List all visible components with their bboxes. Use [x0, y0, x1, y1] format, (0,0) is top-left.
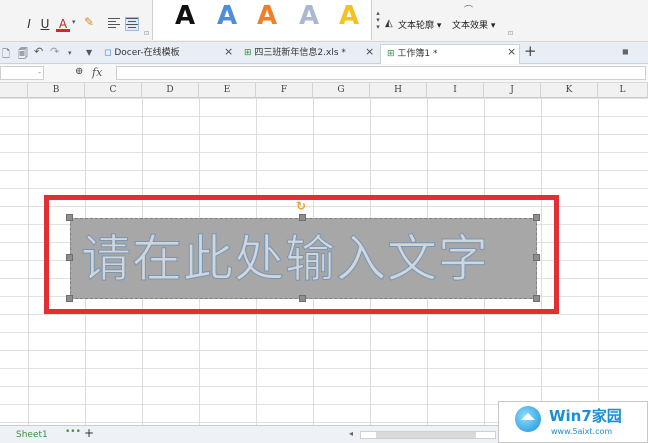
tab-xls-file[interactable]: ⊞ 四三班新年信息2.xls *: [244, 44, 346, 64]
column-header-l[interactable]: L: [598, 83, 648, 98]
art-text-box[interactable]: 请在此处输入文字: [70, 218, 537, 299]
column-header-b[interactable]: B: [28, 83, 85, 98]
column-header-g[interactable]: G: [313, 83, 370, 98]
style-lavender-a[interactable]: A: [299, 1, 319, 31]
scrollbar-thumb[interactable]: [376, 432, 476, 438]
rotate-handle-icon[interactable]: ↻: [296, 199, 306, 213]
tab-docer-templates[interactable]: ◻ Docer-在线模板: [104, 44, 180, 64]
resize-handle-right[interactable]: [533, 254, 540, 261]
art-settings-icon[interactable]: ⊡: [508, 30, 513, 37]
column-header-row: B C D E F G H I J K L: [0, 83, 648, 98]
gallery-scroll-icon[interactable]: ▴ ▾ ▾: [374, 10, 382, 32]
paragraph-settings-icon[interactable]: ⊡: [144, 30, 149, 37]
print-preview-icon[interactable]: 🗐: [18, 47, 28, 64]
align-center-icon[interactable]: [125, 17, 139, 31]
sheet-file-icon: ⊞: [387, 49, 398, 59]
spreadsheet-window: I U A ▾ ✎ ⊡ A A A A A ▴ ▾ ▾ ◭ 文本轮廓 ▾ ⌒ 文本效…: [0, 0, 648, 443]
column-header-i[interactable]: I: [427, 83, 484, 98]
resize-handle-top-right[interactable]: [533, 214, 540, 221]
resize-handle-bottom[interactable]: [299, 295, 306, 302]
tab-label: 四三班新年信息2.xls *: [254, 48, 346, 58]
text-style-gallery: A A A A A: [152, 0, 372, 40]
style-yellow-a[interactable]: A: [339, 1, 359, 31]
font-color-dropdown-icon[interactable]: ▾: [72, 18, 76, 26]
horizontal-scrollbar[interactable]: [360, 431, 496, 439]
close-tab-icon[interactable]: ×: [224, 45, 233, 58]
column-header-f[interactable]: F: [256, 83, 313, 98]
ribbon-toolbar: I U A ▾ ✎ ⊡ A A A A A ▴ ▾ ▾ ◭ 文本轮廓 ▾ ⌒ 文本效…: [0, 0, 648, 42]
resize-handle-top-left[interactable]: [66, 214, 73, 221]
tab-label: Docer-在线模板: [114, 48, 180, 58]
column-header-e[interactable]: E: [199, 83, 256, 98]
style-orange-a[interactable]: A: [257, 1, 277, 31]
underline-button[interactable]: U: [38, 16, 52, 32]
align-left-icon[interactable]: [108, 18, 120, 30]
tab-menu-icon[interactable]: ▼: [86, 48, 92, 57]
formula-bar: - ⊕ fx: [0, 64, 648, 83]
column-header-k[interactable]: K: [541, 83, 598, 98]
text-effect-icon: ⌒: [464, 6, 474, 16]
close-tab-icon[interactable]: ×: [507, 45, 516, 58]
text-outline-icon[interactable]: ◭: [385, 18, 393, 29]
column-header-h[interactable]: H: [370, 83, 427, 98]
house-icon: [521, 413, 535, 420]
text-outline-button[interactable]: 文本轮廓 ▾: [398, 18, 441, 31]
new-tab-button[interactable]: +: [524, 42, 537, 60]
name-box[interactable]: -: [0, 66, 44, 80]
xls-file-icon: ⊞: [244, 48, 255, 58]
watermark-title: Win7家园: [549, 407, 622, 425]
style-black-a[interactable]: A: [175, 1, 195, 31]
scroll-left-icon[interactable]: ◂: [349, 429, 353, 438]
resize-handle-bottom-right[interactable]: [533, 295, 540, 302]
docer-icon: ◻: [104, 48, 115, 58]
redo-icon[interactable]: ↷: [50, 45, 59, 58]
font-color-button[interactable]: A: [56, 16, 70, 32]
style-blue-a[interactable]: A: [217, 1, 237, 31]
function-button[interactable]: fx: [92, 66, 102, 79]
column-header-c[interactable]: C: [85, 83, 142, 98]
tab-workbook1[interactable]: ⊞ 工作簿1 *: [380, 44, 520, 64]
add-sheet-button[interactable]: +: [84, 426, 94, 440]
watermark-url: www.5aixt.com: [551, 427, 613, 436]
resize-handle-top[interactable]: [299, 214, 306, 221]
new-file-icon[interactable]: 🗋: [2, 47, 10, 64]
quick-access-dropdown-icon[interactable]: ▾: [68, 49, 72, 57]
column-header-j[interactable]: J: [484, 83, 541, 98]
text-effect-button[interactable]: 文本效果 ▾: [452, 18, 495, 31]
resize-handle-left[interactable]: [66, 254, 73, 261]
document-tab-bar: 🗋 🗐 ↶ ↷ ▾ ▼ ◻ Docer-在线模板 × ⊞ 四三班新年信息2.xl…: [0, 42, 648, 64]
italic-button[interactable]: I: [22, 16, 36, 32]
tab-label: 工作簿1 *: [397, 49, 438, 59]
close-tab-icon[interactable]: ×: [365, 45, 374, 58]
resize-handle-bottom-left[interactable]: [66, 295, 73, 302]
column-header-d[interactable]: D: [142, 83, 199, 98]
clear-format-icon[interactable]: ✎: [84, 15, 94, 29]
zoom-icon[interactable]: ⊕: [75, 66, 83, 77]
win7-logo-icon: [515, 406, 541, 432]
sheet-tab-sheet1[interactable]: Sheet1: [16, 428, 48, 442]
column-header-a[interactable]: [0, 83, 28, 98]
formula-input[interactable]: [116, 66, 646, 80]
art-text-content[interactable]: 请在此处输入文字: [81, 225, 489, 293]
tab-overview-icon[interactable]: ◼: [622, 47, 629, 56]
undo-icon[interactable]: ↶: [34, 45, 43, 58]
sheet-more-button[interactable]: •••: [65, 427, 81, 437]
site-watermark: Win7家园 www.5aixt.com: [498, 401, 648, 443]
